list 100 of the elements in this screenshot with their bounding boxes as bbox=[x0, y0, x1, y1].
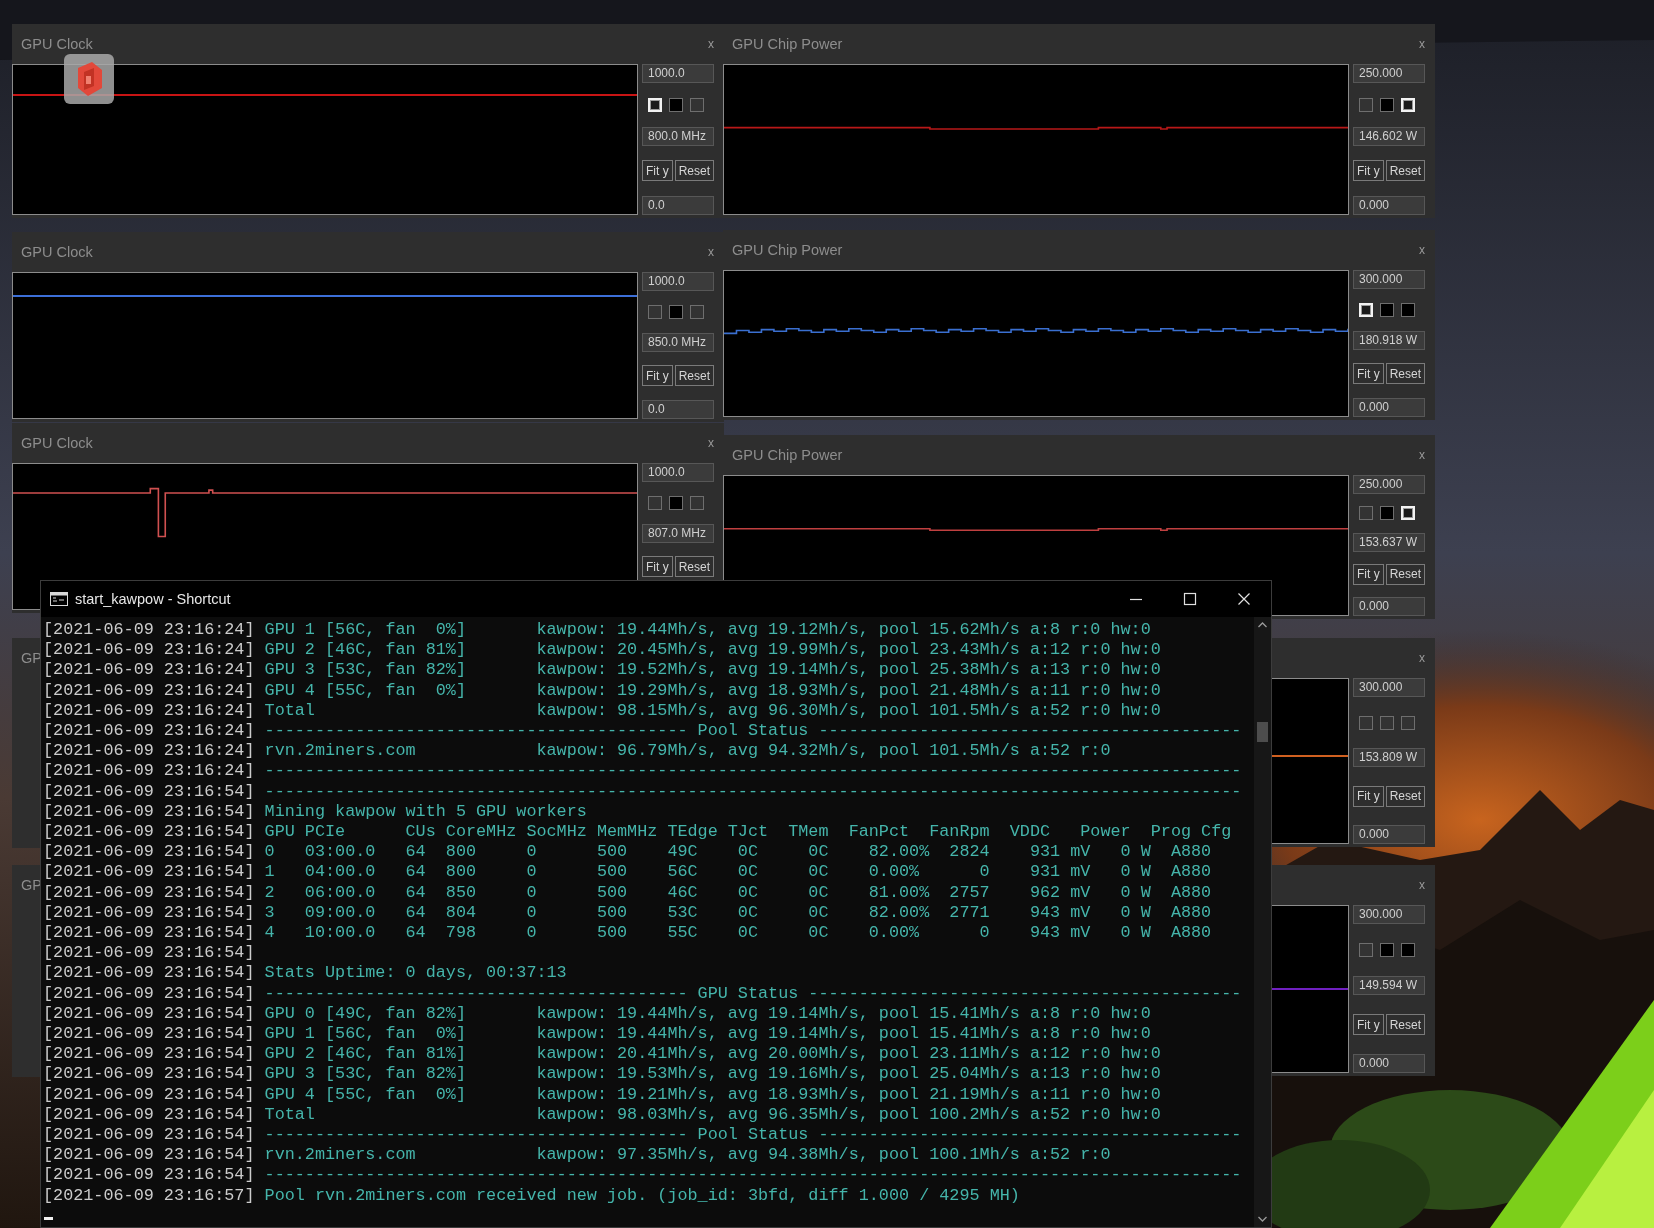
log-message: rvn.2miners.com kawpow: 97.35Mh/s, avg 94.38Mh/s, pool 100.1Mh/s a:52 r:0 bbox=[264, 1145, 1111, 1165]
timestamp: [2021-06-09 23:16:54] bbox=[43, 822, 255, 842]
checkbox[interactable] bbox=[1380, 302, 1394, 317]
reading-field[interactable]: 850.0 MHz bbox=[642, 332, 714, 352]
max-field[interactable]: 300.000 bbox=[1353, 678, 1425, 697]
cube-icon[interactable] bbox=[64, 54, 114, 104]
timestamp: [2021-06-09 23:16:24] bbox=[43, 741, 255, 761]
reset-button[interactable]: Reset bbox=[1385, 1014, 1426, 1035]
timestamp: [2021-06-09 23:16:24] bbox=[43, 620, 255, 639]
fit-y-button[interactable]: Fit y bbox=[1353, 160, 1384, 182]
log-message: 1 04:00.0 64 800 0 500 56C 0C 0C 0.00% 0 931 mV 0 W A880 bbox=[264, 862, 1212, 882]
terminal-icon bbox=[50, 592, 68, 606]
log-message: Stats Uptime: 0 days, 00:37:13 bbox=[264, 963, 567, 983]
text-cursor bbox=[44, 1216, 53, 1220]
close-button[interactable]: x bbox=[1417, 243, 1427, 257]
checkbox[interactable] bbox=[1401, 715, 1415, 730]
log-message: GPU 4 [55C, fan 0%] kawpow: 19.21Mh/s, avg 18.93Mh/s, pool 21.19Mh/s a:11 r:0 hw:0 bbox=[264, 1084, 1161, 1104]
reading-field[interactable]: 807.0 MHz bbox=[642, 523, 714, 543]
max-field[interactable]: 300.000 bbox=[1353, 905, 1425, 924]
timestamp: [2021-06-09 23:16:54] bbox=[43, 1165, 255, 1185]
reading-field[interactable]: 149.594 W bbox=[1353, 976, 1425, 995]
checkbox[interactable] bbox=[669, 495, 683, 510]
checkbox[interactable] bbox=[1380, 506, 1394, 521]
window-title: GPU Clock bbox=[21, 36, 93, 52]
log-message: ------------------------------------------------------------------------------------------------- bbox=[264, 1165, 1242, 1185]
reading-field[interactable]: 153.637 W bbox=[1353, 532, 1425, 552]
timestamp: [2021-06-09 23:16:54] bbox=[43, 1024, 255, 1044]
fit-y-button[interactable]: Fit y bbox=[642, 160, 673, 182]
fit-y-button[interactable]: Fit y bbox=[642, 365, 673, 387]
close-button[interactable]: x bbox=[706, 436, 716, 450]
reading-field[interactable]: 146.602 W bbox=[1353, 126, 1425, 146]
timestamp: [2021-06-09 23:16:24] bbox=[43, 721, 255, 740]
close-button[interactable]: x bbox=[1417, 651, 1427, 665]
close-button[interactable]: x bbox=[1417, 878, 1427, 892]
reset-button[interactable]: Reset bbox=[1385, 363, 1426, 385]
timestamp: [2021-06-09 23:16:54] bbox=[43, 943, 255, 963]
max-field[interactable]: 1000.0 bbox=[642, 64, 714, 83]
min-field[interactable]: 0.000 bbox=[1353, 398, 1425, 417]
checkbox[interactable] bbox=[690, 97, 704, 112]
log-message: GPU 3 [53C, fan 82%] kawpow: 19.52Mh/s, avg 19.14Mh/s, pool 25.38Mh/s a:13 r:0 hw:0 bbox=[264, 660, 1161, 680]
close-button[interactable]: x bbox=[1417, 448, 1427, 462]
checkbox[interactable] bbox=[1401, 302, 1415, 317]
close-icon bbox=[1237, 592, 1251, 606]
reset-button[interactable]: Reset bbox=[674, 365, 715, 387]
fit-y-button[interactable]: Fit y bbox=[1353, 363, 1384, 385]
min-field[interactable]: 0.0 bbox=[642, 196, 714, 215]
close-button[interactable]: x bbox=[706, 37, 716, 51]
reset-button[interactable]: Reset bbox=[674, 556, 715, 578]
timestamp: [2021-06-09 23:16:24] bbox=[43, 640, 255, 660]
reset-button[interactable]: Reset bbox=[1385, 160, 1426, 182]
checkbox[interactable] bbox=[1380, 97, 1394, 112]
checkbox[interactable] bbox=[648, 304, 662, 319]
max-field[interactable]: 250.000 bbox=[1353, 64, 1425, 83]
window-title: GPU Chip Power bbox=[732, 242, 843, 258]
timestamp: [2021-06-09 23:16:54] bbox=[43, 983, 255, 1003]
log-message: Total kawpow: 98.15Mh/s, avg 96.30Mh/s, pool 101.5Mh/s a:52 r:0 hw:0 bbox=[264, 700, 1161, 720]
checkbox[interactable] bbox=[648, 495, 662, 510]
checkbox[interactable] bbox=[1359, 97, 1373, 112]
reset-button[interactable]: Reset bbox=[674, 160, 715, 182]
min-field[interactable]: 0.000 bbox=[1353, 1054, 1425, 1073]
min-field[interactable]: 0.000 bbox=[1353, 196, 1425, 215]
reading-field[interactable]: 153.809 W bbox=[1353, 748, 1425, 767]
checkbox[interactable] bbox=[690, 304, 704, 319]
timestamp: [2021-06-09 23:16:24] bbox=[43, 761, 255, 781]
checkbox[interactable] bbox=[669, 97, 683, 112]
fit-y-button[interactable]: Fit y bbox=[1353, 785, 1384, 807]
fit-y-button[interactable]: Fit y bbox=[1353, 1014, 1384, 1035]
timestamp: [2021-06-09 23:16:24] bbox=[43, 680, 255, 700]
min-field[interactable]: 0.0 bbox=[642, 400, 714, 419]
min-field[interactable]: 0.000 bbox=[1353, 825, 1425, 844]
reading-field[interactable]: 180.918 W bbox=[1353, 330, 1425, 350]
checkbox[interactable] bbox=[1359, 715, 1373, 730]
scrollbar-thumb[interactable] bbox=[1257, 722, 1268, 742]
checkbox[interactable] bbox=[1380, 943, 1394, 957]
log-message: GPU 4 [55C, fan 0%] kawpow: 19.29Mh/s, avg 18.93Mh/s, pool 21.48Mh/s a:11 r:0 hw:0 bbox=[264, 680, 1161, 700]
min-field[interactable]: 0.000 bbox=[1353, 597, 1425, 616]
checkbox[interactable] bbox=[669, 304, 683, 319]
max-field[interactable]: 1000.0 bbox=[642, 463, 714, 482]
close-button[interactable]: x bbox=[1417, 37, 1427, 51]
close-button[interactable]: x bbox=[706, 245, 716, 259]
checkbox[interactable] bbox=[1359, 943, 1373, 957]
checkbox[interactable] bbox=[1401, 943, 1415, 957]
reset-button[interactable]: Reset bbox=[1385, 563, 1426, 585]
timestamp: [2021-06-09 23:16:54] bbox=[43, 1104, 255, 1124]
timestamp: [2021-06-09 23:16:54] bbox=[43, 1145, 255, 1165]
max-field[interactable]: 300.000 bbox=[1353, 270, 1425, 289]
max-field[interactable]: 1000.0 bbox=[642, 272, 714, 291]
timestamp: [2021-06-09 23:16:57] bbox=[43, 1185, 255, 1205]
max-field[interactable]: 250.000 bbox=[1353, 475, 1425, 494]
checkbox[interactable] bbox=[690, 495, 704, 510]
fit-y-button[interactable]: Fit y bbox=[642, 556, 673, 578]
log-message: GPU 1 [56C, fan 0%] kawpow: 19.44Mh/s, avg 19.12Mh/s, pool 15.62Mh/s a:8 r:0 hw:0 bbox=[264, 620, 1151, 639]
reset-button[interactable]: Reset bbox=[1385, 785, 1426, 807]
log-message: GPU 0 [49C, fan 82%] kawpow: 19.44Mh/s, avg 19.14Mh/s, pool 15.41Mh/s a:8 r:0 hw:0 bbox=[264, 1003, 1151, 1023]
fit-y-button[interactable]: Fit y bbox=[1353, 563, 1384, 585]
checkbox[interactable] bbox=[1359, 506, 1373, 521]
checkbox[interactable] bbox=[1380, 715, 1394, 730]
log-message: GPU 1 [56C, fan 0%] kawpow: 19.44Mh/s, avg 19.14Mh/s, pool 15.41Mh/s a:8 r:0 hw:0 bbox=[264, 1024, 1151, 1044]
reading-field[interactable]: 800.0 MHz bbox=[642, 126, 714, 146]
timestamp: [2021-06-09 23:16:54] bbox=[43, 781, 255, 801]
